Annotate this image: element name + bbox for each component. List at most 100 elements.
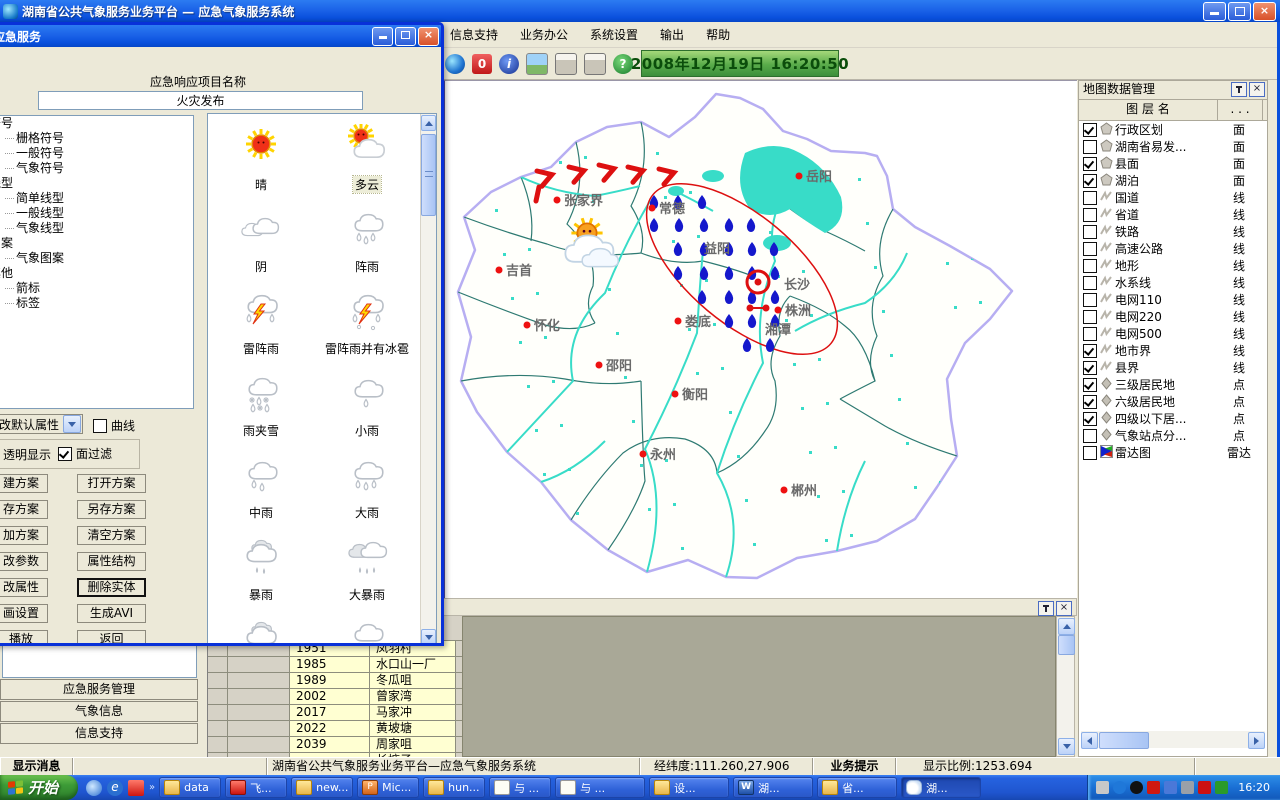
fetion-icon[interactable] (1147, 781, 1160, 794)
message-panel-scrollbar[interactable] (1056, 616, 1075, 757)
dialog-button-left-0[interactable]: 建方案 (0, 474, 48, 493)
close-button[interactable]: × (1253, 2, 1276, 21)
layer-row[interactable]: 电网110线 (1079, 291, 1267, 308)
status-show-message[interactable]: 显示消息 (0, 758, 73, 776)
minimize-button[interactable] (1203, 2, 1226, 21)
palette-item-suncloud[interactable]: 多云 (314, 120, 420, 202)
tree-item[interactable]: 标签 (5, 296, 193, 311)
dialog-button-right-3[interactable]: 属性结构 (77, 552, 146, 571)
stop-icon[interactable]: 0 (472, 54, 492, 74)
tree-item[interactable]: 一般线型 (5, 206, 193, 221)
tree-item[interactable]: 简单线型 (5, 191, 193, 206)
ie-icon[interactable]: e (107, 780, 123, 796)
table-row[interactable]: 1989冬瓜咀 (208, 673, 463, 689)
tree-item[interactable]: 气象符号 (5, 161, 193, 176)
layer-row[interactable]: 水系线线 (1079, 274, 1267, 291)
scroll-right-icon[interactable] (1248, 732, 1265, 749)
taskbar-button-9[interactable]: 省... (817, 777, 897, 798)
layer-checkbox[interactable] (1083, 276, 1097, 290)
window-icon[interactable] (1164, 781, 1177, 794)
transparent-checkbox[interactable]: 透明显示 (3, 446, 51, 463)
scroll-down-icon[interactable] (1058, 738, 1075, 755)
taskbar-button-6[interactable]: 与 ... (555, 777, 645, 798)
tree-item[interactable]: 图案 (0, 236, 193, 251)
palette-item-shower[interactable] (314, 612, 420, 646)
layer-row[interactable]: 县界线 (1079, 359, 1267, 376)
left-panel-button-2[interactable]: 信息支持 (0, 723, 198, 744)
palette-item-shower[interactable]: 阵雨 (314, 202, 420, 284)
table-row[interactable]: 2022黄坡塘 (208, 721, 463, 737)
layer-checkbox[interactable] (1083, 191, 1097, 205)
tree-item[interactable]: 栅格符号 (5, 131, 193, 146)
taskbar-button-5[interactable]: 与 ... (489, 777, 551, 798)
palette-item-thunder[interactable]: 雷阵雨 (208, 284, 314, 366)
table-row[interactable]: 2002曾家湾 (208, 689, 463, 705)
taskbar-button-7[interactable]: 设... (649, 777, 729, 798)
palette-item-storm[interactable] (208, 612, 314, 646)
keyboard-icon[interactable] (1096, 781, 1109, 794)
layer-row[interactable]: 电网500线 (1079, 325, 1267, 342)
layer-checkbox[interactable] (1083, 225, 1097, 239)
layer-checkbox[interactable] (1083, 378, 1097, 392)
qq-icon[interactable] (1130, 781, 1143, 794)
layer-row[interactable]: 三级居民地点 (1079, 376, 1267, 393)
dialog-button-left-5[interactable]: 画设置 (0, 604, 48, 623)
layer-row[interactable]: 气象站点分...点 (1079, 427, 1267, 444)
close-icon[interactable]: × (418, 27, 439, 46)
scrollbar-thumb[interactable] (1099, 732, 1149, 749)
palette-item-bigstorm[interactable]: 大暴雨 (314, 530, 420, 612)
palette-item-rain1[interactable]: 小雨 (314, 366, 420, 448)
scrollbar-thumb[interactable] (1058, 635, 1075, 655)
layer-row[interactable]: 县面面 (1079, 155, 1267, 172)
dialog-button-right-6[interactable]: 返回 (77, 630, 146, 646)
scroll-left-icon[interactable] (1081, 732, 1098, 749)
pin-icon[interactable] (1231, 82, 1247, 97)
scroll-down-icon[interactable] (421, 629, 436, 645)
dialog-button-left-3[interactable]: 改参数 (0, 552, 48, 571)
layer-row[interactable]: 湖泊面 (1079, 172, 1267, 189)
palette-scrollbar[interactable] (420, 114, 436, 646)
layer-checkbox[interactable] (1083, 123, 1097, 137)
layer-checkbox[interactable] (1083, 140, 1097, 154)
dialog-button-left-6[interactable]: 播放 (0, 630, 48, 646)
column-more[interactable]: . . . (1218, 100, 1263, 120)
layer-checkbox[interactable] (1083, 310, 1097, 324)
menu-item-1[interactable]: 业务办公 (520, 26, 568, 43)
layer-checkbox[interactable] (1083, 293, 1097, 307)
palette-item-sleet[interactable]: 雨夹雪 (208, 366, 314, 448)
dialog-button-left-1[interactable]: 存方案 (0, 500, 48, 519)
tree-item[interactable]: 箭标 (5, 281, 193, 296)
layer-row[interactable]: 四级以下居...点 (1079, 410, 1267, 427)
minimize-icon[interactable] (372, 27, 393, 46)
palette-item-thunderhail[interactable]: 雷阵雨并有冰雹 (314, 284, 420, 366)
layer-row[interactable]: 地市界线 (1079, 342, 1267, 359)
print2-icon[interactable] (584, 53, 606, 75)
tree-item[interactable]: 线型 (0, 176, 193, 191)
palette-item-sun[interactable]: 晴 (208, 120, 314, 202)
layer-row[interactable]: 地形线 (1079, 257, 1267, 274)
project-name-input[interactable] (38, 91, 363, 110)
table-row[interactable]: 1985水口山一厂 (208, 657, 463, 673)
dialog-button-left-4[interactable]: 改属性 (0, 578, 48, 597)
scroll-up-icon[interactable] (421, 115, 436, 131)
taskbar-button-8[interactable]: W湖... (733, 777, 813, 798)
tree-item[interactable]: 其他 (0, 266, 193, 281)
taskbar-button-3[interactable]: PMic... (357, 777, 419, 798)
dialog-button-right-4[interactable]: 删除实体 (77, 578, 146, 597)
layer-list-hscrollbar[interactable] (1081, 731, 1265, 748)
tree-item[interactable]: 气象线型 (5, 221, 193, 236)
layer-checkbox[interactable] (1083, 327, 1097, 341)
layer-row[interactable]: 湖南省易发...面 (1079, 138, 1267, 155)
menu-item-3[interactable]: 输出 (660, 26, 684, 43)
dialog-button-right-5[interactable]: 生成AVI (77, 604, 146, 623)
layer-row[interactable]: 行政区划面 (1079, 121, 1267, 138)
left-panel-button-0[interactable]: 应急服务管理 (0, 679, 198, 700)
palette-item-storm[interactable]: 暴雨 (208, 530, 314, 612)
layer-row[interactable]: 六级居民地点 (1079, 393, 1267, 410)
collapse-icon[interactable] (1113, 781, 1126, 794)
scroll-up-icon[interactable] (1058, 618, 1075, 635)
layer-row[interactable]: 电网220线 (1079, 308, 1267, 325)
dialog-button-right-2[interactable]: 清空方案 (77, 526, 146, 545)
layer-checkbox[interactable] (1083, 429, 1097, 443)
left-panel-button-1[interactable]: 气象信息 (0, 701, 198, 722)
